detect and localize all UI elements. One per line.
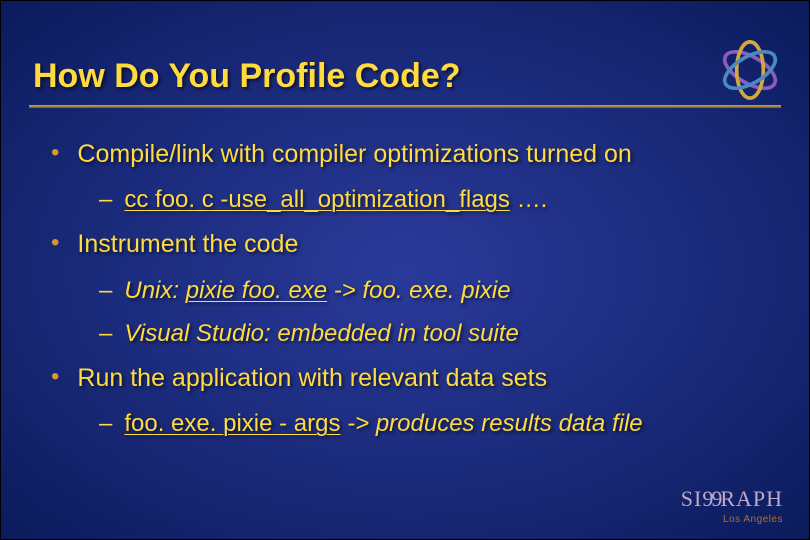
- bullet-level2: – Visual Studio: embedded in tool suite: [99, 318, 759, 349]
- bullet-text: cc foo. c -use_all_optimization_flags ….: [124, 184, 547, 215]
- bullet-level2: – foo. exe. pixie - args -> produces res…: [99, 408, 759, 439]
- brand-location: Los Angeles: [681, 514, 783, 525]
- bullet-text: Compile/link with compiler optimizations…: [77, 139, 631, 170]
- dash-icon: –: [99, 275, 112, 306]
- siggraph-knot-logo: [713, 33, 787, 107]
- slide-body: • Compile/link with compiler optimizatio…: [51, 125, 759, 452]
- bullet-level2: – Unix: pixie foo. exe -> foo. exe. pixi…: [99, 275, 759, 306]
- bullet-text: Unix: pixie foo. exe -> foo. exe. pixie: [124, 275, 510, 306]
- dash-icon: –: [99, 408, 112, 439]
- bullet-level2: – cc foo. c -use_all_optimization_flags …: [99, 184, 759, 215]
- dash-icon: –: [99, 184, 112, 215]
- slide-title: How Do You Profile Code?: [33, 57, 461, 96]
- bullet-text: Run the application with relevant data s…: [77, 363, 547, 394]
- bullet-level1: • Run the application with relevant data…: [51, 363, 759, 394]
- bullet-dot-icon: •: [51, 139, 59, 168]
- brand-wordmark: SI99RAPH: [681, 486, 783, 512]
- bullet-dot-icon: •: [51, 229, 59, 258]
- bullet-text: Instrument the code: [77, 229, 298, 260]
- bullet-text: foo. exe. pixie - args -> produces resul…: [124, 408, 642, 439]
- footer-brand: SI99RAPH Los Angeles: [681, 486, 783, 525]
- bullet-dot-icon: •: [51, 363, 59, 392]
- bullet-level1: • Instrument the code: [51, 229, 759, 260]
- bullet-level1: • Compile/link with compiler optimizatio…: [51, 139, 759, 170]
- title-rule: [29, 105, 781, 108]
- bullet-text: Visual Studio: embedded in tool suite: [124, 318, 519, 349]
- dash-icon: –: [99, 318, 112, 349]
- slide: How Do You Profile Code? • Compile/link …: [0, 0, 810, 540]
